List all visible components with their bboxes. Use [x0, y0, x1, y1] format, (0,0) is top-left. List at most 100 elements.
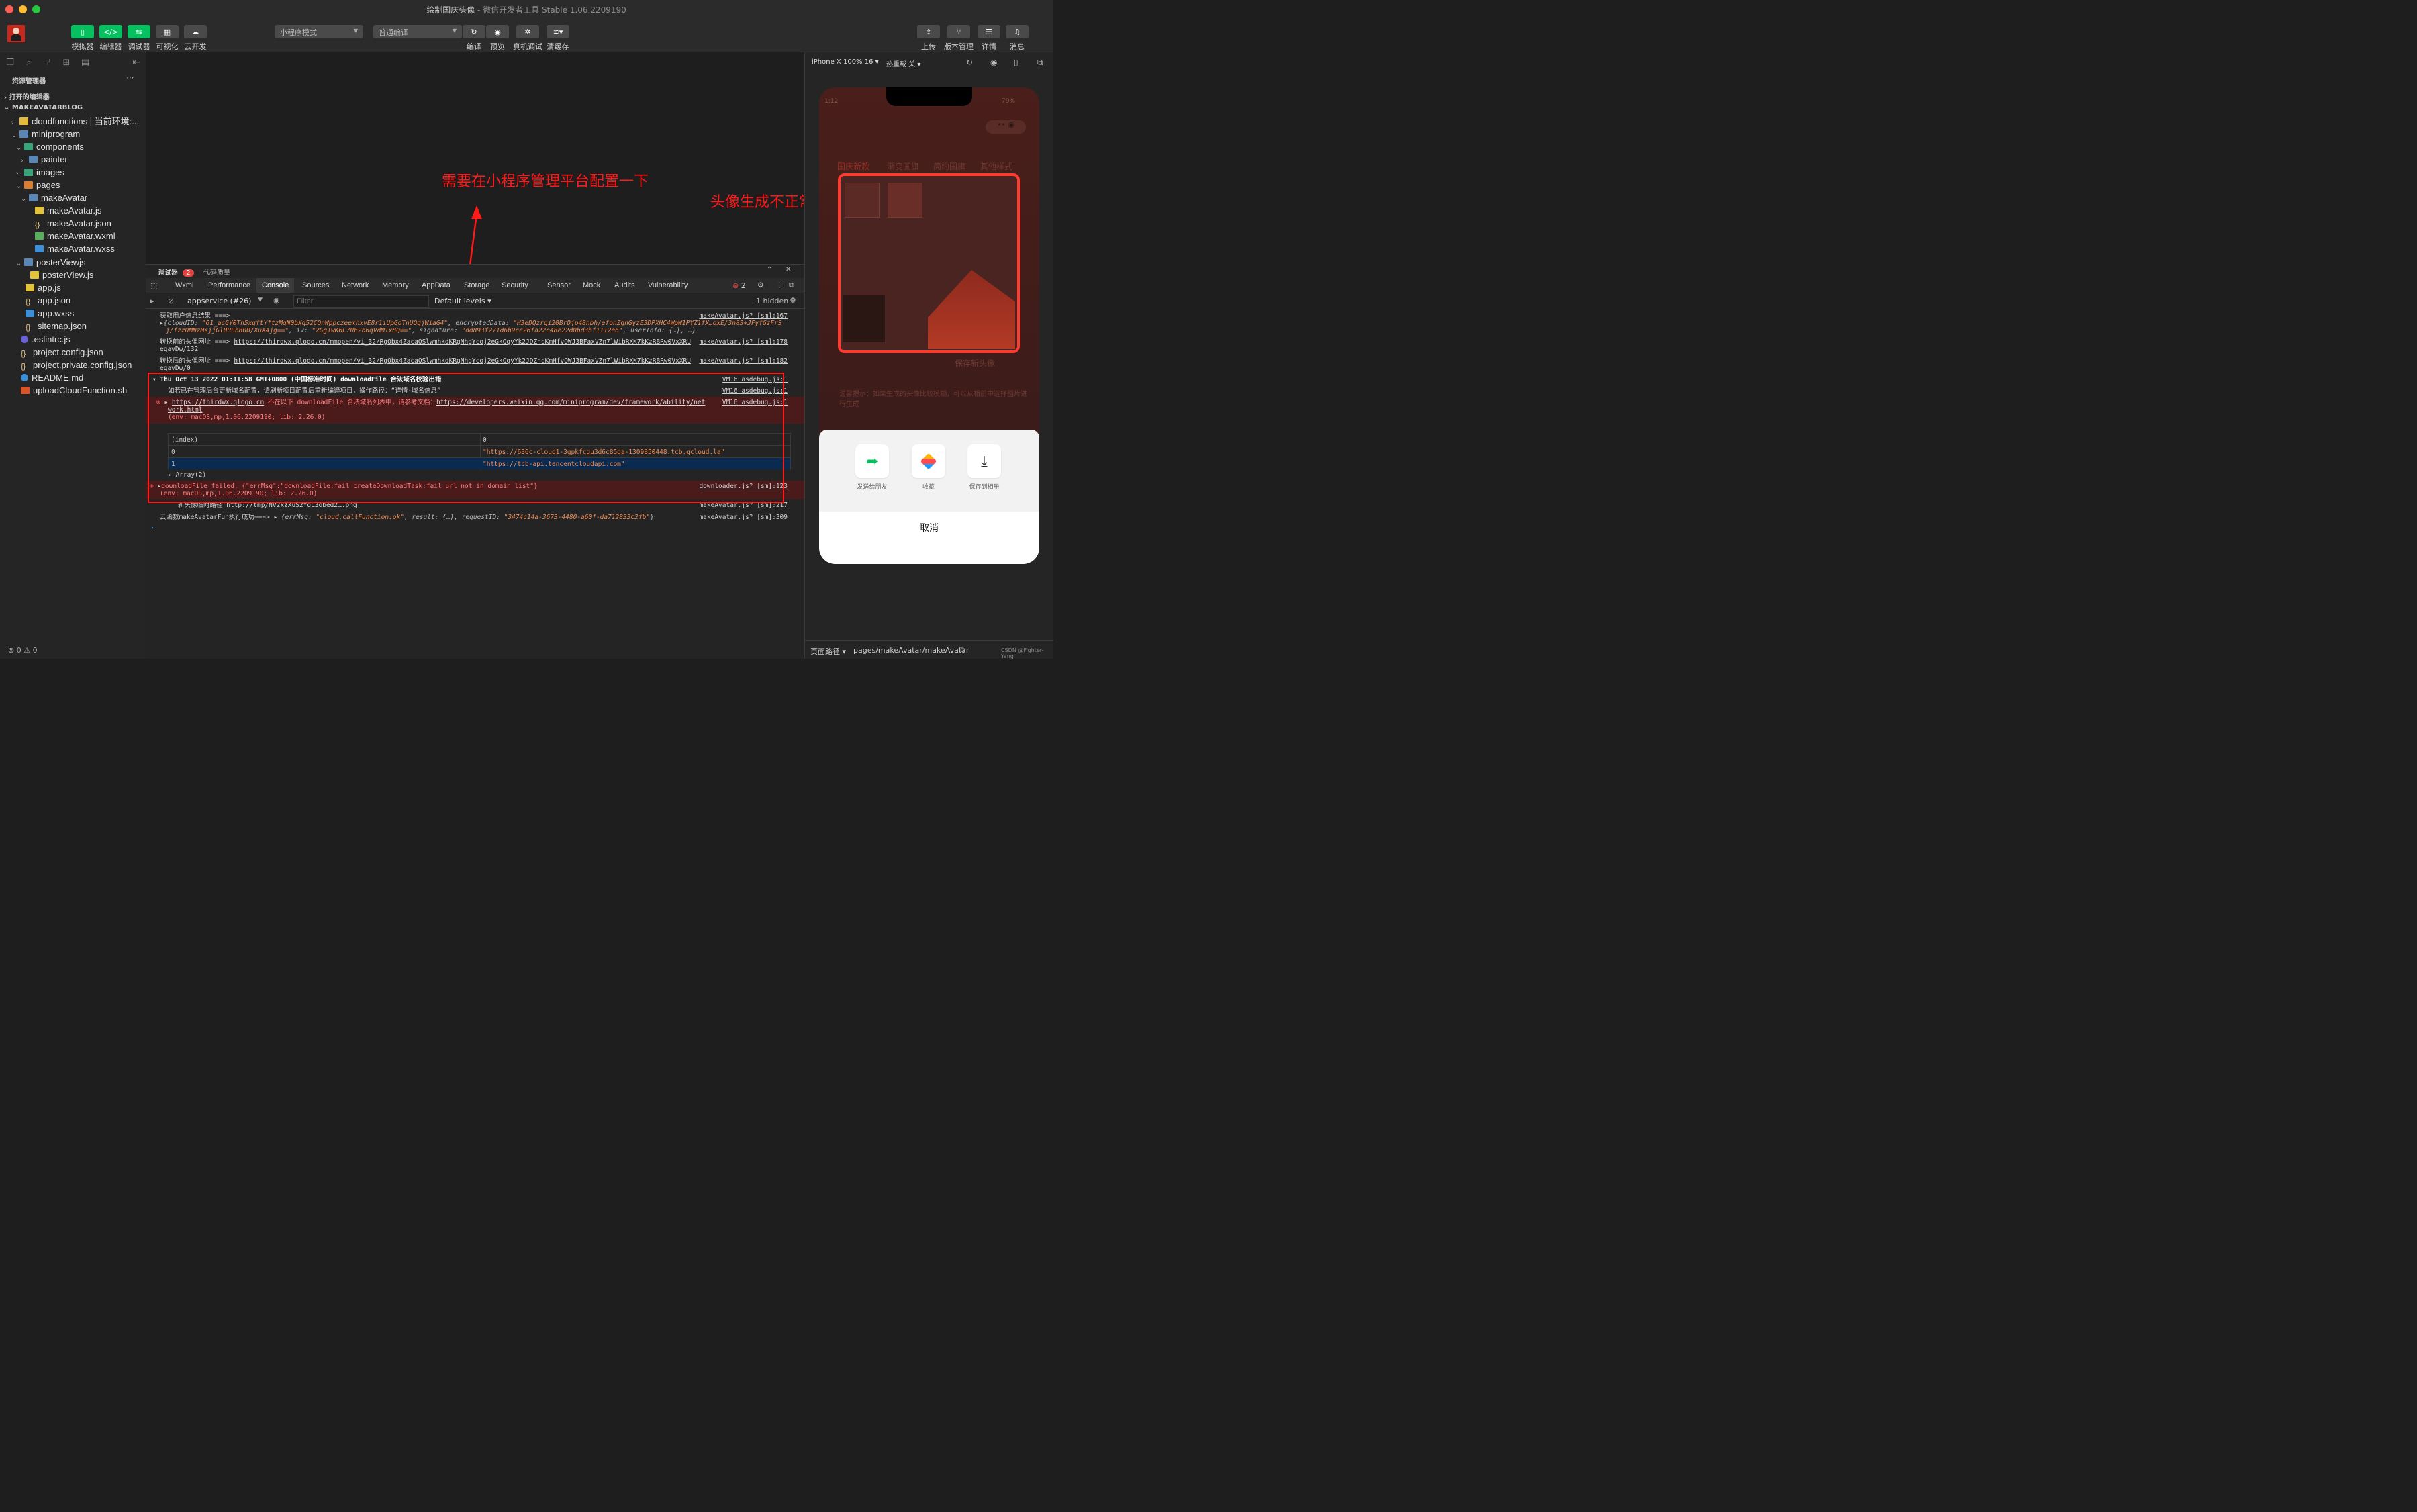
tab-console[interactable]: Console	[256, 278, 295, 293]
device-select[interactable]: iPhone X 100% 16 ▾	[812, 58, 879, 66]
problems-status[interactable]: ⊗ 0 ⚠ 0	[0, 642, 146, 659]
tree-item-project-config[interactable]: {} project.config.json	[21, 346, 103, 359]
tree-item-makeavatar-wxml[interactable]: makeAvatar.wxml	[35, 230, 115, 242]
tree-item-pages[interactable]: ⌄ pages	[16, 179, 60, 191]
tree-item-components[interactable]: ⌄ components	[16, 140, 84, 153]
more-vertical-icon[interactable]: ⋮	[775, 281, 783, 289]
dock-icon[interactable]: ⧉	[789, 281, 794, 290]
mode-select[interactable]: 小程序模式 ▼	[275, 25, 363, 38]
context-select[interactable]: appservice (#26) ▼	[187, 297, 263, 305]
extensions-icon[interactable]: ⊞	[61, 58, 72, 68]
simulator-toggle-button[interactable]: ▯	[71, 25, 94, 38]
save-avatar-button[interactable]: 保存新头像	[955, 357, 995, 369]
close-icon[interactable]: ✕	[786, 266, 791, 273]
search-icon[interactable]: ⌕	[23, 58, 34, 68]
console-settings-icon[interactable]: ⚙	[790, 296, 796, 305]
upload-button[interactable]: ⇪	[917, 25, 940, 38]
avatar-thumb[interactable]	[888, 183, 922, 218]
source-link[interactable]: makeAvatar.js? [sm]:182	[699, 357, 788, 365]
log-link[interactable]: egavDw/0	[160, 365, 191, 372]
log-levels-select[interactable]: Default levels ▾	[434, 297, 491, 305]
log-link[interactable]: https://thirdwx.qlogo.cn/mmopen/vi_32/Rg…	[234, 357, 691, 365]
eye-icon[interactable]: ◉	[273, 296, 280, 305]
tab-code-quality[interactable]: 代码质量	[203, 267, 230, 277]
console-filter-input[interactable]	[293, 295, 429, 308]
tab-vulnerability[interactable]: Vulnerability	[648, 281, 688, 289]
tab-storage[interactable]: Storage	[464, 281, 490, 289]
tab-performance[interactable]: Performance	[208, 281, 250, 289]
inspect-icon[interactable]: ⬚	[150, 281, 157, 290]
tab-simple-flag[interactable]: 简约国旗	[933, 160, 965, 172]
tab-sensor[interactable]: Sensor	[547, 281, 571, 289]
page-path-label[interactable]: 页面路径 ▾	[810, 646, 846, 657]
tree-item-eslintrc[interactable]: .eslintrc.js	[21, 333, 70, 346]
share-button[interactable]: ➦	[855, 444, 889, 478]
tab-wxml[interactable]: Wxml	[175, 281, 194, 289]
tree-item-miniprogram[interactable]: ⌄ miniprogram	[11, 128, 80, 140]
copy-icon[interactable]: ⧉	[959, 645, 965, 655]
files-icon[interactable]: ❐	[5, 58, 15, 68]
popout-icon[interactable]: ⧉	[1037, 58, 1043, 68]
more-actions-icon[interactable]: ···	[126, 73, 134, 83]
tree-item-app-js[interactable]: app.js	[26, 281, 61, 294]
tab-security[interactable]: Security	[502, 281, 528, 289]
tree-item-makeavatar[interactable]: ⌄ makeAvatar	[21, 191, 87, 204]
tree-item-posterviewjs[interactable]: ⌄ posterViewjs	[16, 256, 85, 269]
remote-debug-button[interactable]: ✲	[516, 25, 539, 38]
tree-item-project-private-config[interactable]: {} project.private.config.json	[21, 359, 132, 371]
source-link[interactable]: makeAvatar.js? [sm]:309	[699, 514, 788, 521]
save-to-album-button[interactable]: ⤓	[967, 444, 1001, 478]
tab-memory[interactable]: Memory	[382, 281, 409, 289]
tree-item-images[interactable]: › images	[16, 166, 64, 179]
tree-item-makeavatar-wxss[interactable]: makeAvatar.wxss	[35, 242, 115, 255]
tree-item-app-wxss[interactable]: app.wxss	[26, 307, 74, 320]
phone-icon[interactable]: ▯	[1014, 58, 1018, 67]
capsule-menu[interactable]: •• ◉	[986, 120, 1026, 134]
settings-icon[interactable]: ⚙	[757, 281, 764, 289]
clear-console-icon[interactable]: ⊘	[168, 297, 174, 305]
tree-item-readme[interactable]: README.md	[21, 371, 83, 384]
editor-toggle-button[interactable]: </>	[99, 25, 122, 38]
console-prompt[interactable]: ›	[146, 524, 804, 532]
tree-item-sitemap-json[interactable]: {} sitemap.json	[26, 320, 87, 332]
tab-gradient-flag[interactable]: 渐变国旗	[887, 160, 919, 172]
messages-button[interactable]: ♫	[1006, 25, 1029, 38]
tree-item-upload-sh[interactable]: uploadCloudFunction.sh	[21, 384, 127, 397]
compile-button[interactable]: ↻	[463, 25, 485, 38]
tab-other-styles[interactable]: 其他样式	[980, 160, 1012, 172]
version-button[interactable]: ⑂	[947, 25, 970, 38]
tree-item-painter[interactable]: › painter	[21, 153, 68, 166]
outline-icon[interactable]: ▤	[80, 58, 91, 68]
preview-button[interactable]: ◉	[486, 25, 509, 38]
debugger-toggle-button[interactable]: ⇆	[128, 25, 150, 38]
tree-item-cloudfunctions[interactable]: › cloudfunctions | 当前环境:...	[11, 115, 139, 128]
rotate-icon[interactable]: ↻	[966, 58, 973, 67]
user-avatar[interactable]	[7, 25, 25, 42]
tab-network[interactable]: Network	[342, 281, 369, 289]
open-editors-section[interactable]: › 打开的编辑器	[4, 91, 50, 101]
source-link[interactable]: makeAvatar.js? [sm]:178	[699, 338, 788, 346]
details-button[interactable]: ☰	[978, 25, 1000, 38]
chevron-up-icon[interactable]: ⌃	[767, 266, 772, 273]
tab-sources[interactable]: Sources	[302, 281, 329, 289]
collect-button[interactable]	[912, 444, 945, 478]
project-section[interactable]: ⌄ MAKEAVATARBLOG	[4, 104, 83, 111]
tab-national-day[interactable]: 国庆新款	[837, 160, 869, 172]
hot-reload-select[interactable]: 热重载 关 ▾	[886, 58, 920, 68]
tab-mock[interactable]: Mock	[583, 281, 600, 289]
tab-appdata[interactable]: AppData	[422, 281, 451, 289]
log-link[interactable]: egavDw/132	[160, 346, 198, 353]
cloud-dev-button[interactable]: ☁	[184, 25, 207, 38]
record-icon[interactable]: ◉	[990, 58, 997, 67]
tab-audits[interactable]: Audits	[614, 281, 635, 289]
visual-toggle-button[interactable]: ▦	[156, 25, 179, 38]
tree-item-posterview-js[interactable]: posterView.js	[30, 269, 93, 281]
tree-item-makeavatar-json[interactable]: {} makeAvatar.json	[35, 217, 111, 230]
log-link[interactable]: https://thirdwx.qlogo.cn/mmopen/vi_32/Rg…	[234, 338, 691, 346]
sidebar-toggle-icon[interactable]: ▸	[150, 297, 154, 305]
compile-select[interactable]: 普通编译 ▼	[373, 25, 462, 38]
source-link[interactable]: makeAvatar.js? [sm]:167	[699, 312, 788, 320]
cancel-button[interactable]: 取消	[819, 521, 1039, 534]
clear-cache-button[interactable]: ≋▾	[547, 25, 569, 38]
git-icon[interactable]: ⑂	[42, 58, 53, 68]
